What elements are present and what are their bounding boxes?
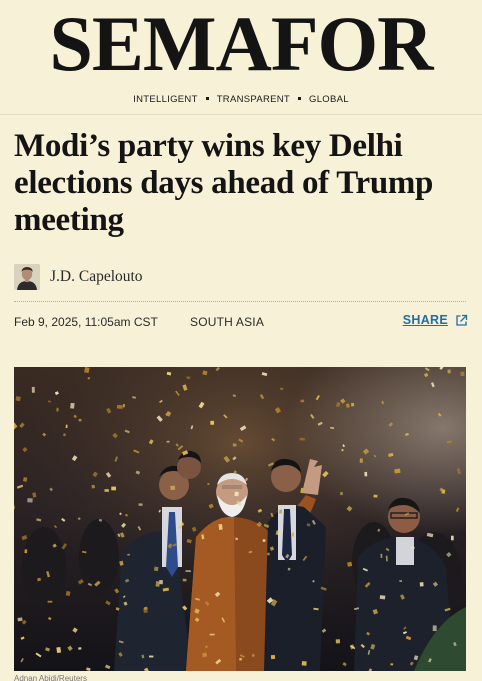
confetti-piece: [239, 657, 242, 661]
confetti-piece: [419, 582, 424, 587]
confetti-piece: [347, 561, 353, 567]
confetti-piece: [56, 407, 59, 412]
external-link-icon[interactable]: [455, 314, 468, 327]
confetti-piece: [270, 654, 276, 660]
confetti-piece: [451, 535, 454, 541]
confetti-piece: [279, 509, 282, 514]
confetti-piece: [291, 532, 295, 537]
share-label[interactable]: SHARE: [403, 313, 448, 327]
confetti-piece: [153, 566, 159, 572]
tagline-item-intelligent: INTELLIGENT: [133, 94, 198, 105]
publish-date: Feb 9, 2025, 11:05am CST: [14, 315, 158, 329]
confetti-piece: [300, 399, 305, 403]
confetti-piece: [209, 633, 215, 636]
confetti-piece: [27, 498, 33, 503]
confetti-piece: [22, 477, 28, 482]
masthead: SEMAFOR INTELLIGENT TRANSPARENT GLOBAL: [0, 0, 482, 115]
meta-divider: [14, 301, 466, 302]
confetti-piece: [267, 552, 270, 556]
confetti-piece: [70, 402, 75, 409]
confetti-piece: [299, 437, 305, 441]
confetti-piece: [210, 420, 215, 425]
confetti-piece: [111, 486, 116, 491]
confetti-piece: [394, 468, 401, 474]
confetti-piece: [91, 484, 95, 489]
tagline-item-global: GLOBAL: [309, 94, 349, 105]
confetti-piece: [218, 524, 223, 530]
confetti-piece: [262, 539, 266, 542]
confetti-piece: [65, 424, 68, 429]
confetti-piece: [460, 371, 465, 376]
confetti-piece: [379, 595, 386, 600]
confetti-piece: [207, 482, 210, 486]
author-name[interactable]: J.D. Capelouto: [50, 268, 143, 286]
tagline: INTELLIGENT TRANSPARENT GLOBAL: [0, 94, 482, 105]
confetti-piece: [166, 440, 170, 443]
confetti-piece: [280, 387, 284, 390]
bullet-separator-icon: [298, 96, 302, 100]
confetti-piece: [116, 404, 123, 409]
confetti-piece: [185, 570, 191, 572]
confetti-piece: [399, 580, 402, 582]
confetti-piece: [15, 396, 21, 402]
confetti-piece: [104, 489, 109, 492]
confetti-piece: [47, 600, 53, 603]
photo-credit: Adnan Abidi/Reuters: [14, 674, 87, 681]
tagline-item-transparent: TRANSPARENT: [216, 94, 291, 105]
confetti-piece: [390, 663, 394, 666]
masthead-divider: [0, 114, 482, 115]
confetti-piece: [234, 491, 239, 497]
confetti-piece: [138, 503, 143, 506]
confetti-piece: [301, 661, 307, 666]
confetti-piece: [340, 492, 343, 496]
confetti-piece: [380, 553, 383, 559]
confetti-piece: [232, 443, 237, 447]
confetti-piece: [186, 376, 191, 380]
confetti-piece: [143, 608, 148, 614]
confetti-piece: [78, 418, 82, 422]
confetti-piece: [155, 581, 160, 587]
confetti-piece: [287, 567, 291, 571]
confetti-piece: [78, 647, 82, 650]
confetti-piece: [373, 494, 378, 498]
share-button[interactable]: SHARE: [403, 313, 468, 327]
confetti-piece: [170, 485, 176, 491]
confetti-piece: [359, 458, 363, 463]
confetti-piece: [148, 655, 154, 658]
confetti-piece: [24, 549, 28, 554]
bullet-separator-icon: [205, 96, 209, 100]
byline: J.D. Capelouto: [14, 264, 143, 290]
confetti-piece: [364, 471, 368, 477]
section-label[interactable]: SOUTH ASIA: [190, 315, 264, 329]
article-headline: Modi’s party wins key Delhi elections da…: [14, 128, 434, 238]
confetti-piece: [182, 578, 187, 582]
confetti-piece: [56, 647, 62, 654]
confetti-piece: [335, 639, 341, 644]
confetti-piece: [432, 625, 437, 632]
confetti-piece: [447, 369, 451, 374]
confetti-piece: [17, 617, 23, 622]
confetti-piece: [351, 403, 355, 407]
confetti-piece: [31, 386, 35, 393]
semafor-logo[interactable]: SEMAFOR: [0, 4, 482, 84]
article-photo[interactable]: [14, 367, 466, 671]
confetti-piece: [122, 403, 125, 408]
celebration-photo: [14, 367, 466, 671]
author-avatar[interactable]: [14, 264, 40, 290]
